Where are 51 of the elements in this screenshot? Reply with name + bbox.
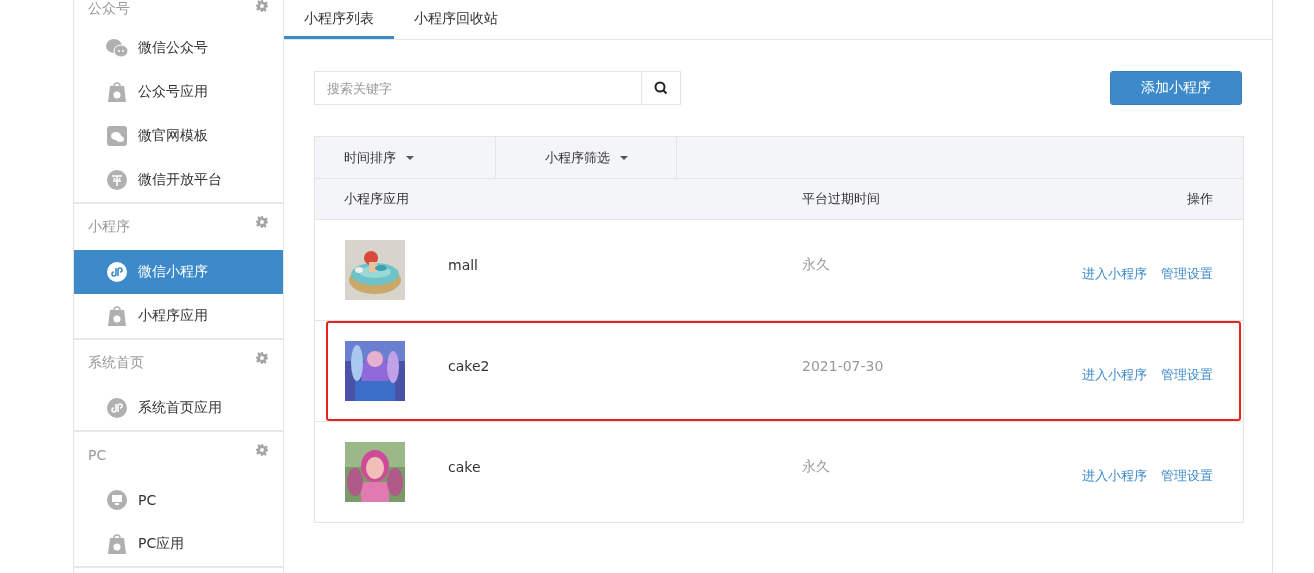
sidebar-item[interactable]: 微官网模板	[74, 114, 283, 158]
sidebar-item[interactable]: 小程序应用	[74, 294, 283, 338]
filter-dropdown[interactable]: 小程序筛选	[496, 137, 677, 178]
settings-icon[interactable]	[256, 216, 268, 228]
ping-circle-icon	[106, 170, 128, 190]
expiry-date: 永久	[802, 256, 831, 274]
group-title: 小程序	[88, 218, 130, 236]
tab[interactable]: 小程序回收站	[394, 0, 518, 39]
sidebar-item[interactable]: PC	[74, 478, 283, 522]
column-header: 小程序应用	[344, 190, 410, 208]
caret-icon	[406, 155, 414, 160]
action-link[interactable]: 管理设置	[1161, 467, 1213, 485]
settings-icon[interactable]	[256, 352, 268, 364]
search-button[interactable]	[642, 71, 681, 105]
chat-bubbles-icon	[106, 38, 128, 58]
chat-board-icon	[106, 126, 128, 146]
sidebar-item[interactable]: 系统首页应用	[74, 386, 283, 430]
sidebar-item[interactable]: 微信开放平台	[74, 158, 283, 202]
sidebar-item[interactable]: 公众号应用	[74, 70, 283, 114]
monitor-icon	[106, 490, 128, 510]
add-mini-program-button[interactable]: 添加小程序	[1110, 71, 1242, 105]
search-icon	[654, 81, 668, 95]
shopping-bag-icon	[106, 82, 128, 102]
settings-icon[interactable]	[256, 0, 268, 12]
filter-dropdown[interactable]: 时间排序	[315, 137, 496, 178]
caret-icon	[619, 155, 628, 160]
expiry-date: 永久	[802, 458, 831, 476]
column-header: 平台过期时间	[802, 190, 881, 208]
action-link[interactable]: 管理设置	[1161, 265, 1213, 283]
expiry-date: 2021-07-30	[802, 358, 885, 374]
action-link[interactable]: 管理设置	[1161, 366, 1213, 384]
shopping-bag-icon	[106, 306, 128, 326]
mini-program-icon	[106, 262, 128, 282]
sidebar-item[interactable]: 微信小程序	[74, 250, 283, 294]
search-field[interactable]: 搜索关键字	[314, 71, 642, 105]
group-title: PC	[88, 447, 107, 463]
app-name: cake	[448, 459, 482, 475]
sidebar-item[interactable]: 微信公众号	[74, 26, 283, 70]
sidebar-item[interactable]: PC应用	[74, 522, 283, 566]
mini-program-icon	[106, 398, 128, 418]
action-link[interactable]: 进入小程序	[1082, 366, 1147, 384]
action-link[interactable]: 进入小程序	[1082, 467, 1147, 485]
settings-icon[interactable]	[256, 444, 268, 456]
app-name: mall	[448, 257, 479, 273]
group-title: 系统首页	[88, 354, 144, 372]
group-title: 公众号	[88, 0, 130, 18]
column-header: 操作	[1187, 190, 1213, 208]
shopping-bag-icon	[106, 534, 128, 554]
app-name: cake2	[448, 358, 491, 374]
tab[interactable]: 小程序列表	[284, 0, 394, 39]
action-link[interactable]: 进入小程序	[1082, 265, 1147, 283]
